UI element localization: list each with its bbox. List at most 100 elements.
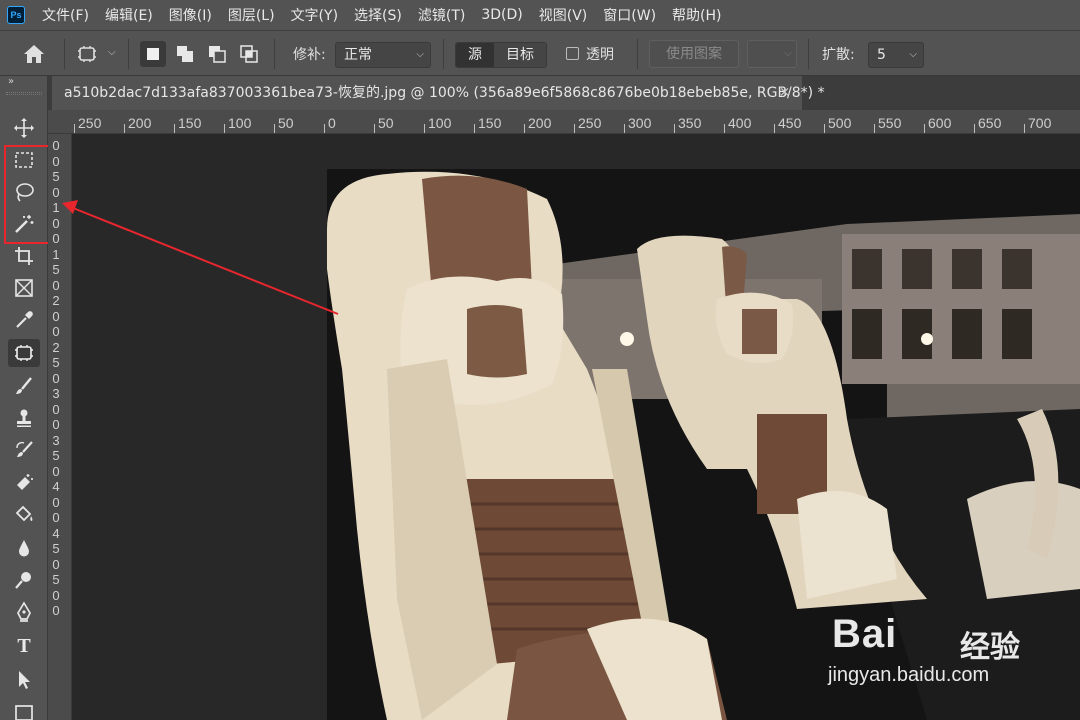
menu-edit[interactable]: 编辑(E)	[105, 5, 153, 25]
transparent-checkbox[interactable]	[566, 47, 579, 60]
separator	[128, 39, 129, 69]
baidu-watermark-logo: Bai	[832, 612, 898, 656]
ruler-tick-label: 4	[52, 479, 60, 494]
menu-filter[interactable]: 滤镜(T)	[418, 5, 465, 25]
home-icon[interactable]	[22, 43, 46, 65]
menu-image[interactable]: 图像(I)	[169, 5, 212, 25]
panel-grip[interactable]	[6, 92, 42, 95]
ruler-tick-label: 0	[52, 587, 60, 603]
type-tool-glyph: T	[17, 634, 31, 657]
menu-type[interactable]: 文字(Y)	[291, 5, 338, 25]
ruler-tick-label: 250	[78, 115, 102, 131]
ruler-tick-label: 50	[278, 115, 294, 131]
ruler-tick	[724, 124, 725, 133]
baidu-watermark-url: jingyan.baidu.com	[828, 664, 990, 686]
add-to-selection-button[interactable]	[172, 41, 198, 67]
patch-tool-preset-icon[interactable]	[76, 43, 98, 65]
menu-file[interactable]: 文件(F)	[42, 5, 89, 25]
ruler-tick	[474, 124, 475, 133]
separator	[443, 39, 444, 69]
ruler-tick-label: 0	[52, 417, 60, 432]
source-option[interactable]: 源	[456, 43, 494, 67]
ruler-tick-label: 400	[728, 115, 752, 131]
separator	[637, 39, 638, 69]
ruler-tick-label: 5	[52, 572, 60, 587]
intersect-selection-button[interactable]	[236, 41, 262, 67]
options-bar: ⌵ 修补: 正常 ⌵ 源 目标 透明 使用图案 ⌵ 扩散: 5 ⌵	[0, 30, 1080, 76]
menu-view[interactable]: 视图(V)	[539, 5, 588, 25]
ruler-tick-label: 200	[128, 115, 152, 131]
rectangle-icon[interactable]	[8, 698, 40, 720]
diffuse-select[interactable]: 5 ⌵	[868, 42, 924, 68]
ruler-tick	[524, 124, 525, 133]
ruler-tick	[1024, 124, 1025, 133]
ruler-tick-label: 5	[52, 169, 60, 184]
ruler-tick-label: 500	[828, 115, 852, 131]
ruler-tick	[274, 124, 275, 133]
ruler-tick	[224, 124, 225, 133]
patch-tool-icon[interactable]	[8, 339, 40, 367]
ruler-tick-label: 550	[878, 115, 902, 131]
menu-bar: Ps 文件(F) 编辑(E) 图像(I) 图层(L) 文字(Y) 选择(S) 滤…	[0, 0, 1080, 30]
target-option[interactable]: 目标	[494, 43, 546, 67]
collapse-panel-icon[interactable]: »	[8, 76, 14, 87]
separator	[64, 39, 65, 69]
path-selection-icon[interactable]	[8, 666, 40, 694]
ruler-tick	[674, 124, 675, 133]
ruler-tick	[374, 124, 375, 133]
diffuse-label: 扩散:	[822, 47, 855, 63]
brush-icon[interactable]	[8, 372, 40, 400]
ruler-tick-label: 450	[778, 115, 802, 131]
eyedropper-icon[interactable]	[8, 306, 40, 334]
patch-mode-select[interactable]: 正常 ⌵	[335, 42, 431, 68]
frame-icon[interactable]	[8, 274, 40, 302]
pattern-picker[interactable]: ⌵	[747, 40, 797, 68]
ruler-tick	[124, 124, 125, 133]
ruler-tick-label: 150	[478, 115, 502, 131]
menu-help[interactable]: 帮助(H)	[672, 5, 721, 25]
ruler-tick-label: 2	[52, 339, 60, 355]
new-selection-button[interactable]	[140, 41, 166, 67]
subtract-from-selection-button[interactable]	[204, 41, 230, 67]
history-brush-icon[interactable]	[8, 436, 40, 464]
clone-stamp-icon[interactable]	[8, 404, 40, 432]
use-pattern-button[interactable]: 使用图案	[649, 40, 739, 68]
ruler-tick	[624, 124, 625, 133]
ruler-tick-label: 4	[52, 525, 60, 541]
pen-icon[interactable]	[8, 598, 40, 626]
document-tab[interactable]: a510b2dac7d133afa837003361bea73-恢复的.jpg …	[52, 76, 825, 110]
ruler-tick	[324, 124, 325, 133]
horizontal-ruler[interactable]: 250 200 150 100 50 0 50 100 150 200 250 300 350 400 45…	[48, 110, 1080, 134]
dodge-icon[interactable]	[8, 566, 40, 594]
paint-bucket-icon[interactable]	[8, 500, 40, 528]
move-tool-icon[interactable]	[8, 114, 40, 142]
ruler-tick-label: 0	[52, 153, 60, 169]
eraser-icon[interactable]	[8, 468, 40, 496]
chevron-down-icon[interactable]: ⌵	[108, 47, 116, 58]
menu-3d[interactable]: 3D(D)	[481, 7, 522, 23]
type-tool-icon[interactable]: T	[8, 632, 40, 660]
document-tab-title: a510b2dac7d133afa837003361bea73-恢复的.jpg …	[64, 85, 825, 101]
ruler-tick-label: 0	[52, 556, 60, 572]
document-tab-bar: a510b2dac7d133afa837003361bea73-恢复的.jpg …	[48, 76, 1080, 110]
diffuse-value: 5	[877, 47, 886, 63]
ruler-tick-label: 350	[678, 115, 702, 131]
ruler-tick-label: 250	[578, 115, 602, 131]
canvas-area[interactable]	[62, 134, 1080, 720]
crop-icon[interactable]	[8, 242, 40, 270]
source-target-toggle: 源 目标	[455, 42, 547, 68]
ruler-tick-label: 0	[52, 138, 60, 153]
separator	[808, 39, 809, 69]
ruler-tick-label: 5	[52, 541, 60, 556]
menu-window[interactable]: 窗口(W)	[603, 5, 656, 25]
blur-drop-icon[interactable]	[8, 534, 40, 562]
menu-layer[interactable]: 图层(L)	[228, 5, 275, 25]
ruler-tick	[874, 124, 875, 133]
ruler-tick	[774, 124, 775, 133]
chevron-down-icon: ⌵	[784, 48, 792, 59]
close-icon[interactable]: ×	[779, 76, 790, 110]
menu-select[interactable]: 选择(S)	[354, 5, 402, 25]
ruler-tick	[824, 124, 825, 133]
ruler-tick-label: 0	[52, 494, 60, 510]
annotation-arrow	[62, 200, 339, 315]
